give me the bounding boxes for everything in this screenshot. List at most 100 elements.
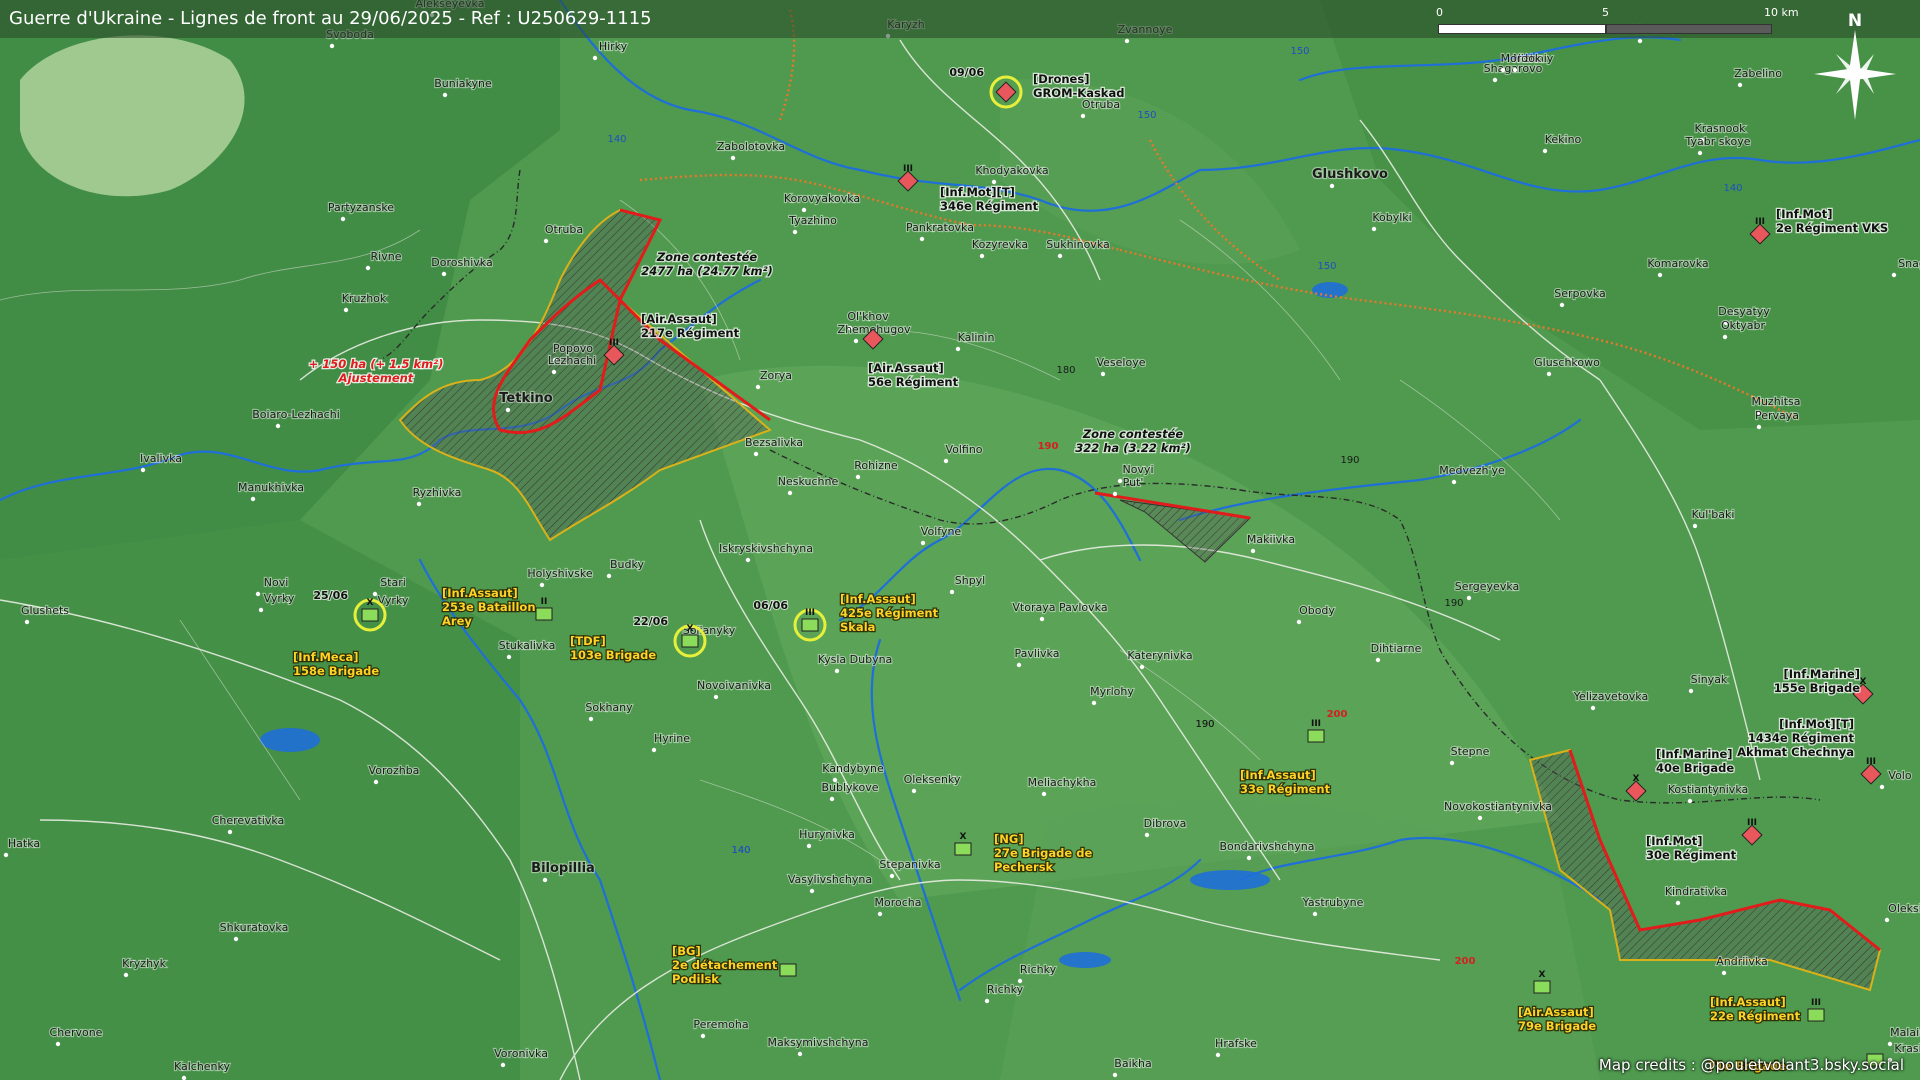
place-dot — [3, 852, 9, 858]
place-label: Hyrine — [654, 732, 690, 745]
unit-label: 79e Brigade — [1518, 1019, 1596, 1033]
place-dot — [258, 607, 264, 613]
place-dot — [877, 911, 883, 917]
place-label: Otruba — [545, 223, 583, 236]
place-label: Sukhinovka — [1046, 238, 1109, 251]
place-dot — [181, 1075, 187, 1080]
place-dot — [1492, 77, 1498, 83]
place-label: Serpovka — [1554, 287, 1605, 300]
unit-label: 56e Régiment — [868, 375, 959, 389]
unit-label: [TDF] — [570, 634, 606, 648]
place-dot — [442, 92, 448, 98]
place-dot — [1546, 371, 1552, 377]
place-label: Volo — [1888, 769, 1911, 782]
place-dot — [1756, 424, 1762, 430]
place-dot — [1884, 917, 1890, 923]
place-label: Vtoraya Pavlovka — [1012, 601, 1107, 614]
place-dot — [1697, 150, 1703, 156]
place-label: Kul'baki — [1692, 508, 1735, 521]
place-dot — [809, 888, 815, 894]
unit-label: [Inf.Mot] — [1776, 207, 1833, 221]
place-dot — [543, 238, 549, 244]
adjustment-label: + 150 ha (+ 1.5 km²) — [309, 357, 444, 371]
place-dot — [787, 490, 793, 496]
unit-label: [Inf.Assaut] — [442, 586, 518, 600]
place-label: Yastrubyne — [1302, 896, 1364, 909]
place-label: Ol'khov — [847, 310, 889, 323]
ukrainian-unit-icon — [1533, 980, 1551, 994]
unit-echelon: III — [609, 338, 619, 348]
place-label: Partyzanske — [328, 201, 394, 214]
road-number: 180 — [1056, 365, 1075, 376]
place-label: Novyi — [1122, 463, 1153, 476]
unit-echelon: X — [1860, 677, 1867, 687]
place-label: Novokostiantynivka — [1444, 800, 1552, 813]
scale-bar: 0 5 10 km — [1436, 4, 1799, 38]
place-dot — [1722, 334, 1728, 340]
compass-rose-icon: N — [1812, 8, 1908, 126]
place-label: Voronivka — [494, 1047, 548, 1060]
place-label: Stari — [380, 576, 406, 589]
place-dot — [1737, 82, 1743, 88]
place-dot — [329, 43, 335, 49]
place-label: Kostiantynivka — [1668, 783, 1749, 796]
place-dot — [506, 654, 512, 660]
place-label: Kindrativka — [1665, 885, 1727, 898]
unit-echelon: III — [1311, 719, 1321, 729]
unit-label: [Inf.Mot][T] — [940, 185, 1015, 199]
place-dot — [1657, 272, 1663, 278]
unit-label: 2e Régiment VKS — [1776, 221, 1888, 235]
unit-label: 103e Brigade — [570, 648, 656, 662]
place-label: Cherevativka — [212, 814, 285, 827]
map-canvas[interactable]: AlekseyevkaKaryzhZvannoyeSvobodaHirkyBun… — [0, 0, 1920, 1080]
ukrainian-unit-icon — [1307, 729, 1325, 743]
place-dot — [55, 1041, 61, 1047]
road-number: 190 — [1444, 598, 1463, 609]
place-dot — [1016, 662, 1022, 668]
place-label: Medvezh'ye — [1439, 464, 1505, 477]
scale-segment-white — [1438, 24, 1606, 34]
place-dot — [1124, 38, 1130, 44]
unit-date: 06/06 — [753, 599, 788, 612]
place-dot — [1250, 548, 1256, 554]
place-dot — [1039, 616, 1045, 622]
unit-label: 33e Régiment — [1240, 782, 1331, 796]
place-label: Manukhivka — [238, 481, 304, 494]
ukrainian-unit-icon — [779, 963, 797, 977]
place-dot — [551, 369, 557, 375]
place-label: Stukalivka — [499, 639, 556, 652]
place-dot — [416, 501, 422, 507]
place-dot — [123, 972, 129, 978]
place-dot — [984, 998, 990, 1004]
unit-label: [Inf.Marine] — [1656, 747, 1733, 761]
unit-label: 346e Régiment — [940, 199, 1039, 213]
contested-zone-label: Zone contestée — [1082, 427, 1184, 441]
place-dot — [1466, 595, 1472, 601]
map-view[interactable]: AlekseyevkaKaryzhZvannoyeSvobodaHirkyBun… — [0, 0, 1920, 1080]
place-dot — [1500, 67, 1506, 73]
place-dot — [1675, 900, 1681, 906]
place-dot — [255, 591, 261, 597]
place-label: Kandybyne — [822, 762, 884, 775]
place-dot — [1891, 272, 1897, 278]
place-dot — [1721, 970, 1727, 976]
compass-north-label: N — [1848, 11, 1862, 31]
place-label: Hurynivka — [799, 828, 855, 841]
place-label: Iskryskivshchyna — [719, 542, 813, 555]
place-label: Mordok — [1501, 52, 1542, 65]
scale-tick: 10 km — [1764, 6, 1799, 19]
unit-label: 425e Régiment — [840, 606, 939, 620]
unit-label: 2e détachement — [672, 958, 778, 972]
place-dot — [1091, 700, 1097, 706]
place-dot — [1449, 760, 1455, 766]
road-number: 190 — [1340, 455, 1359, 466]
unit-label: 40e Brigade — [1656, 761, 1734, 775]
place-dot — [1687, 798, 1693, 804]
place-dot — [542, 877, 548, 883]
place-dot — [753, 451, 759, 457]
place-dot — [1041, 791, 1047, 797]
unit-label: GROM-Kaskad — [1033, 86, 1124, 100]
road-number: 200 — [1327, 709, 1348, 720]
map-credits: Map credits : @pouletvolant3.bsky.social — [1598, 1056, 1904, 1074]
unit-echelon: III — [1755, 217, 1765, 227]
